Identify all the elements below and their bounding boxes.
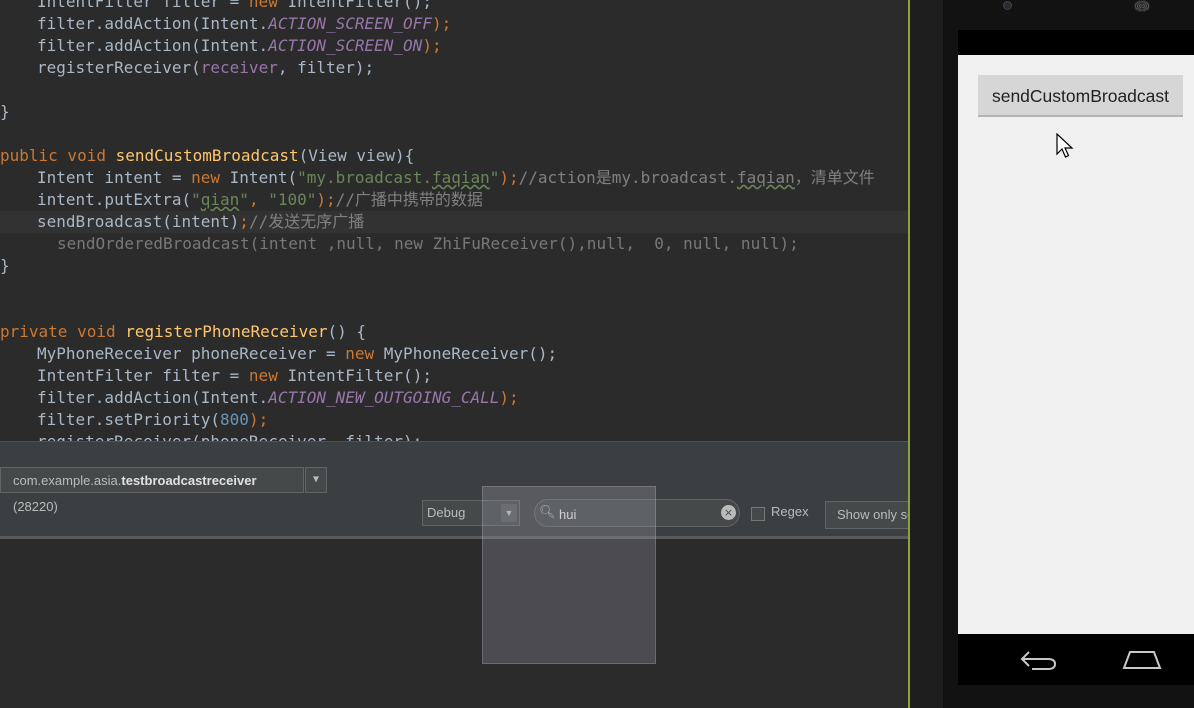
code-line: sendOrderedBroadcast(intent ,null, new Z…	[0, 233, 799, 255]
code-token: ACTION_SCREEN_ON	[268, 36, 423, 55]
earpiece-speaker	[1134, 0, 1150, 12]
code-line: public void sendCustomBroadcast(View vie…	[0, 145, 414, 167]
code-line: registerReceiver(receiver, filter);	[0, 57, 374, 79]
code-token: //发送无序广播	[248, 212, 365, 231]
code-token: "my.broadcast.	[297, 168, 432, 187]
code-line: registerReceiver(phoneReceiver, filter);	[0, 431, 422, 441]
code-token: IntentFilter filter =	[37, 366, 249, 385]
code-token: registerReceiver(	[37, 58, 201, 77]
code-token: private void	[0, 322, 126, 341]
code-token: "	[239, 190, 249, 209]
process-pid: (28220)	[13, 499, 58, 514]
code-token: );	[499, 168, 519, 187]
code-line: private void registerPhoneReceiver() {	[0, 321, 366, 343]
code-line: MyPhoneReceiver phoneReceiver = new MyPh…	[0, 343, 557, 365]
code-token: registerPhoneReceiver	[125, 322, 328, 341]
code-token: IntentFilter();	[277, 0, 432, 11]
code-token: faqian	[431, 168, 490, 187]
code-token: ,	[248, 190, 269, 209]
process-select[interactable]: com.example.asia.testbroadcastreceiver (…	[0, 467, 304, 514]
code-token: "	[191, 190, 201, 209]
log-level-value: Debug	[427, 505, 466, 520]
code-token: IntentFilter filter =	[37, 0, 249, 11]
code-token: (View view){	[298, 146, 415, 165]
mouse-cursor-icon	[1056, 133, 1074, 158]
code-line: IntentFilter filter = new IntentFilter()…	[0, 365, 432, 387]
back-icon[interactable]	[1020, 648, 1058, 672]
front-camera	[1003, 1, 1012, 10]
code-token: receiver	[200, 58, 278, 77]
code-token: Intent intent =	[37, 168, 192, 187]
code-token: );	[499, 388, 519, 407]
code-token: new	[248, 366, 278, 385]
code-line: intent.putExtra("qian", "100");//广播中携带的数…	[0, 189, 483, 211]
code-token: IntentFilter();	[277, 366, 432, 385]
code-token: //广播中携带的数据	[335, 190, 483, 209]
code-token: new	[248, 0, 278, 11]
code-token: new	[345, 344, 375, 363]
code-token: 800	[220, 410, 249, 429]
code-token: sendCustomBroadcast	[115, 146, 299, 165]
code-token: MyPhoneReceiver();	[374, 344, 558, 363]
panel-divider[interactable]	[0, 441, 908, 466]
code-token: "100"	[268, 190, 317, 209]
translucent-overlay-window	[482, 486, 656, 664]
logcat-output	[0, 539, 908, 708]
home-icon[interactable]	[1122, 650, 1162, 670]
code-line: filter.addAction(Intent.ACTION_NEW_OUTGO…	[0, 387, 519, 409]
regex-label: Regex	[771, 504, 809, 519]
code-line: IntentFilter filter = new IntentFilter()…	[0, 0, 432, 13]
code-token: );	[422, 36, 442, 55]
code-line: Intent intent = new Intent("my.broadcast…	[0, 167, 875, 189]
code-token: () {	[327, 322, 367, 341]
code-token: ACTION_SCREEN_OFF	[268, 14, 432, 33]
code-token: faqian	[736, 168, 795, 187]
code-token: filter.setPriority(	[37, 410, 221, 429]
code-token: new	[191, 168, 221, 187]
code-token: }	[0, 102, 10, 121]
logcat-toolbar: com.example.asia.testbroadcastreceiver (…	[0, 466, 925, 539]
code-token: filter.addAction(Intent.	[37, 14, 269, 33]
code-token: Intent(	[220, 168, 298, 187]
code-line: filter.addAction(Intent.ACTION_SCREEN_ON…	[0, 35, 442, 57]
code-line: }	[0, 101, 10, 123]
code-token: ;	[239, 212, 249, 231]
code-line: }	[0, 255, 10, 277]
regex-checkbox[interactable]	[751, 507, 765, 521]
code-line: filter.addAction(Intent.ACTION_SCREEN_OF…	[0, 13, 451, 35]
code-token: filter.addAction(Intent.	[37, 36, 269, 55]
code-token: registerReceiver(phoneReceiver, filter);	[37, 432, 422, 441]
code-token: sendOrderedBroadcast(intent ,null, new Z…	[57, 234, 799, 253]
send-custom-broadcast-button[interactable]: sendCustomBroadcast	[978, 75, 1183, 117]
code-token: );	[248, 410, 269, 429]
code-token: qian	[200, 190, 240, 209]
code-token: sendBroadcast(intent)	[37, 212, 240, 231]
code-token: intent.putExtra(	[37, 190, 192, 209]
code-line: filter.setPriority(800);	[0, 409, 268, 431]
code-token: //action是my.broadcast.	[518, 168, 737, 187]
code-token: public void	[0, 146, 116, 165]
clear-icon[interactable]: ×	[721, 505, 736, 520]
code-token: filter.addAction(Intent.	[37, 388, 269, 407]
code-token: ACTION_NEW_OUTGOING_CALL	[268, 388, 500, 407]
code-token: );	[316, 190, 336, 209]
code-token: }	[0, 256, 10, 275]
app-screen	[958, 55, 1194, 634]
code-editor[interactable]: IntentFilter filter = new IntentFilter()…	[0, 0, 908, 441]
process-package: com.example.asia.	[13, 473, 122, 488]
process-name: testbroadcastreceiver	[121, 473, 257, 488]
code-token: , filter);	[277, 58, 375, 77]
code-token: ，清单文件	[794, 168, 875, 187]
status-bar	[958, 30, 1194, 55]
dropdown-arrow-icon[interactable]: ▼	[305, 467, 327, 493]
code-token: );	[431, 14, 452, 33]
code-token: "	[489, 168, 500, 187]
code-line: sendBroadcast(intent);//发送无序广播	[0, 211, 908, 233]
code-token: MyPhoneReceiver phoneReceiver =	[37, 344, 346, 363]
